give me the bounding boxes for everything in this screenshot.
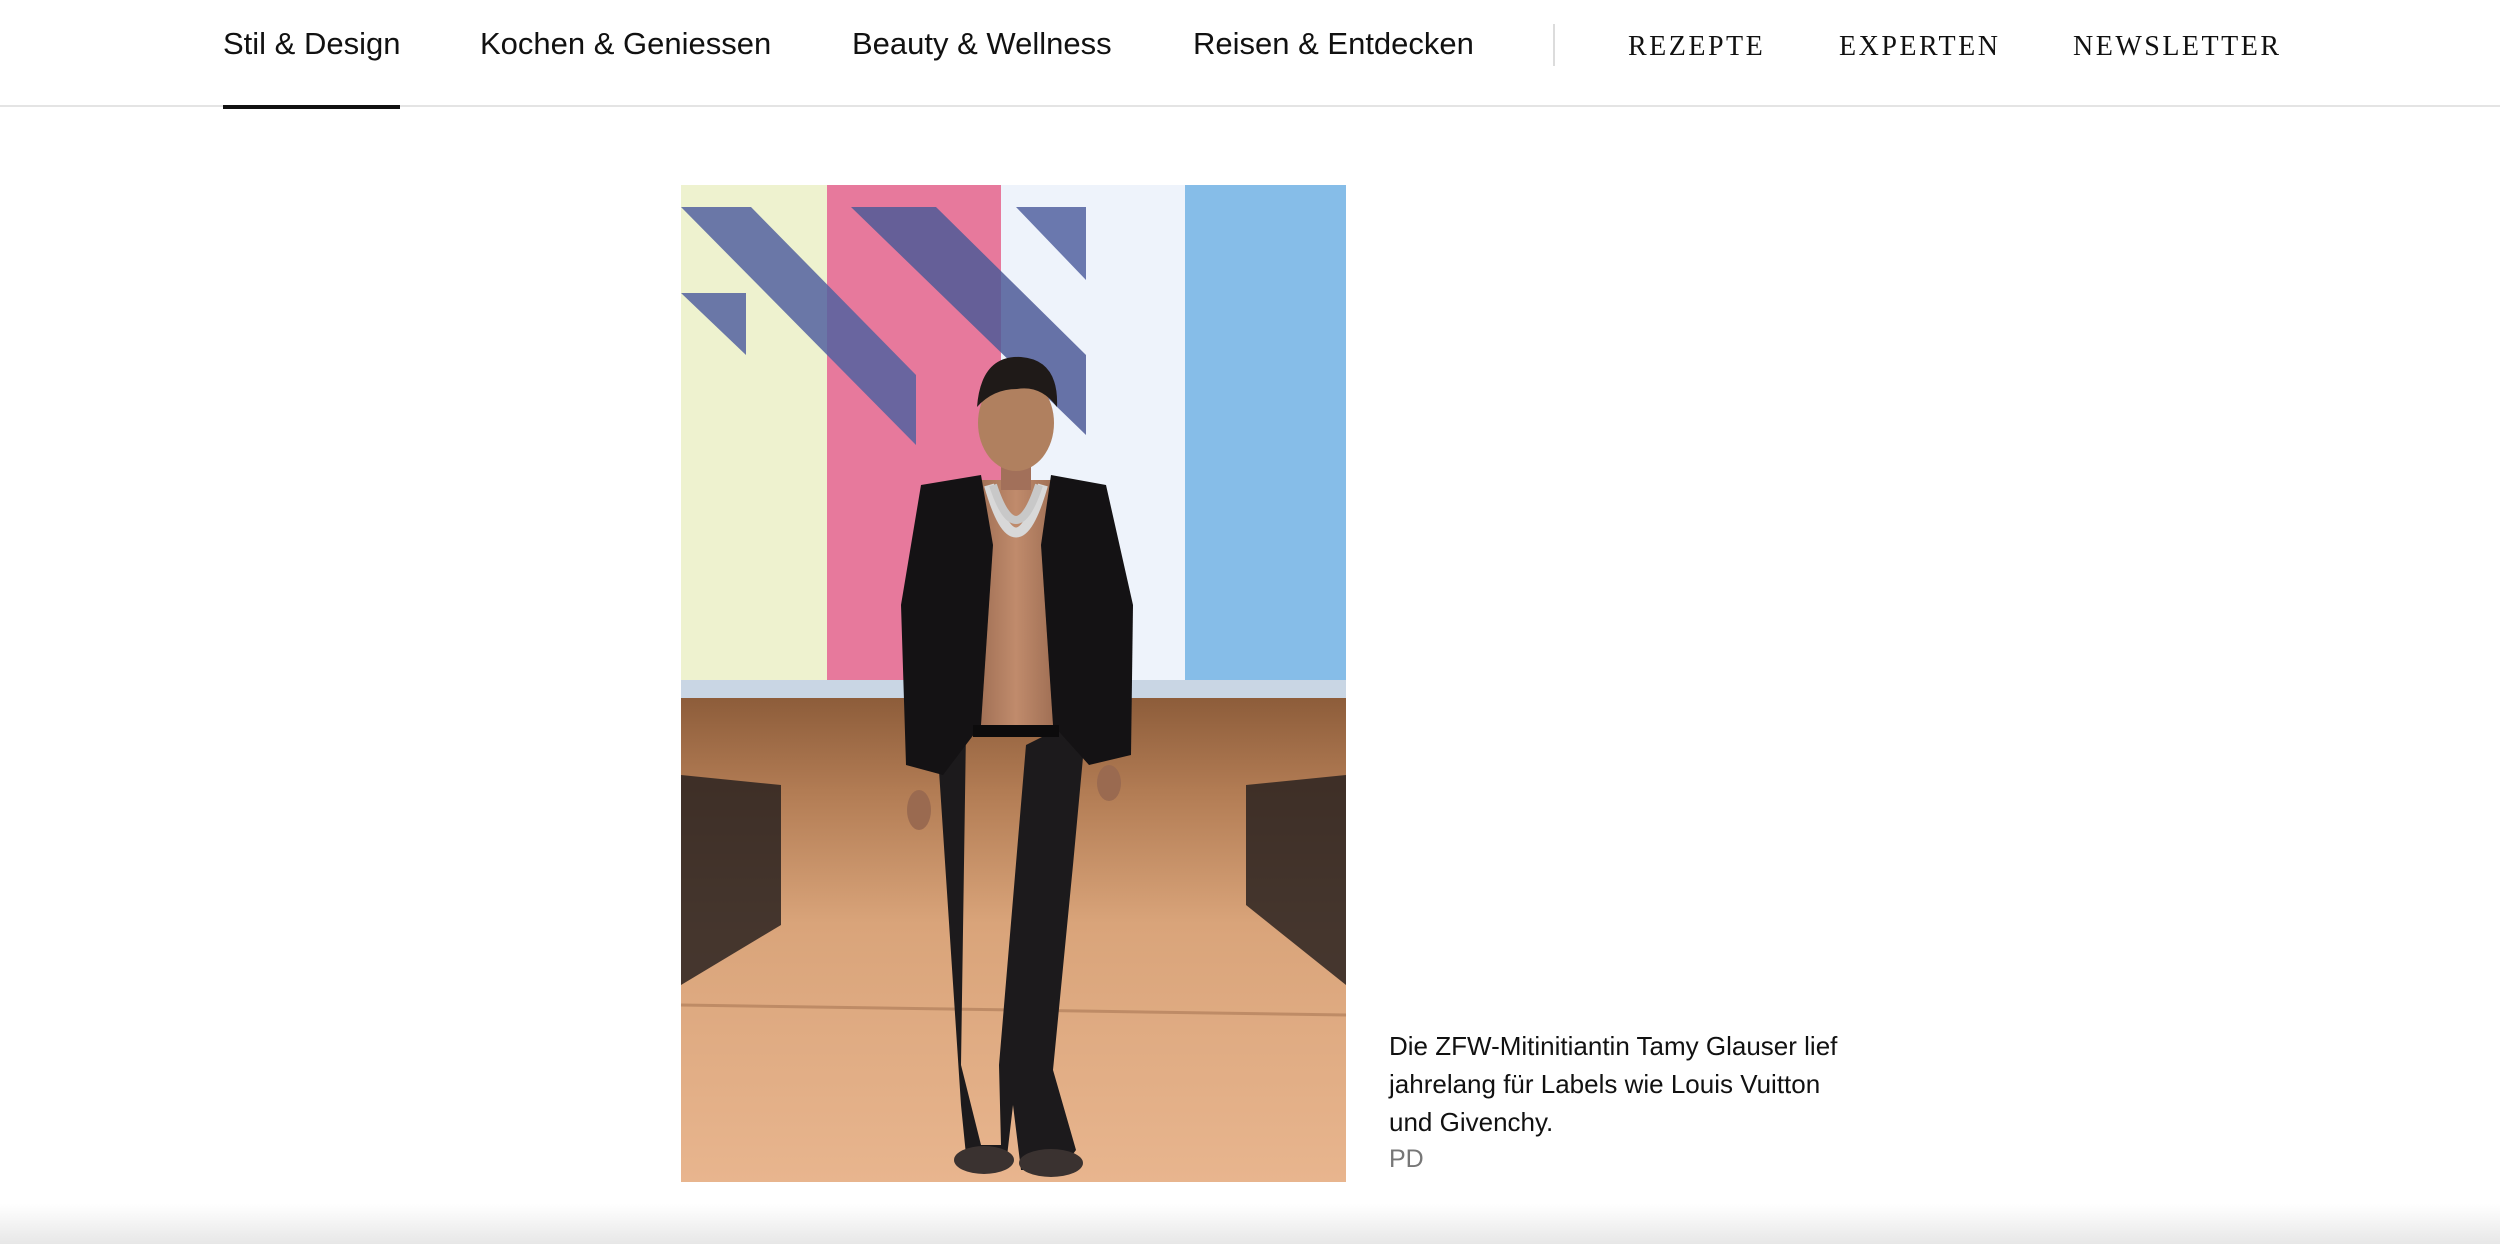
image-credit: PD xyxy=(1389,1145,1424,1173)
nav-link-rezepte[interactable]: REZEPTE xyxy=(1628,29,1765,65)
nav-category-beauty-wellness[interactable]: Beauty & Wellness xyxy=(852,24,1112,107)
nav-category-stil-design[interactable]: Stil & Design xyxy=(223,24,401,109)
nav-link-experten[interactable]: EXPERTEN xyxy=(1839,29,2000,65)
article-image xyxy=(681,185,1346,1182)
nav-category-kochen-geniessen[interactable]: Kochen & Geniessen xyxy=(480,24,771,107)
top-navigation: Stil & Design Kochen & Geniessen Beauty … xyxy=(0,0,2500,109)
nav-divider xyxy=(1553,24,1555,66)
nav-category-reisen-entdecken[interactable]: Reisen & Entdecken xyxy=(1193,24,1474,107)
image-caption: Die ZFW-Mitinitiantin Tamy Glauser lief … xyxy=(1389,1031,1838,1137)
bottom-shade xyxy=(0,1204,2500,1244)
nav-link-newsletter[interactable]: NEWSLETTER xyxy=(2073,29,2282,65)
